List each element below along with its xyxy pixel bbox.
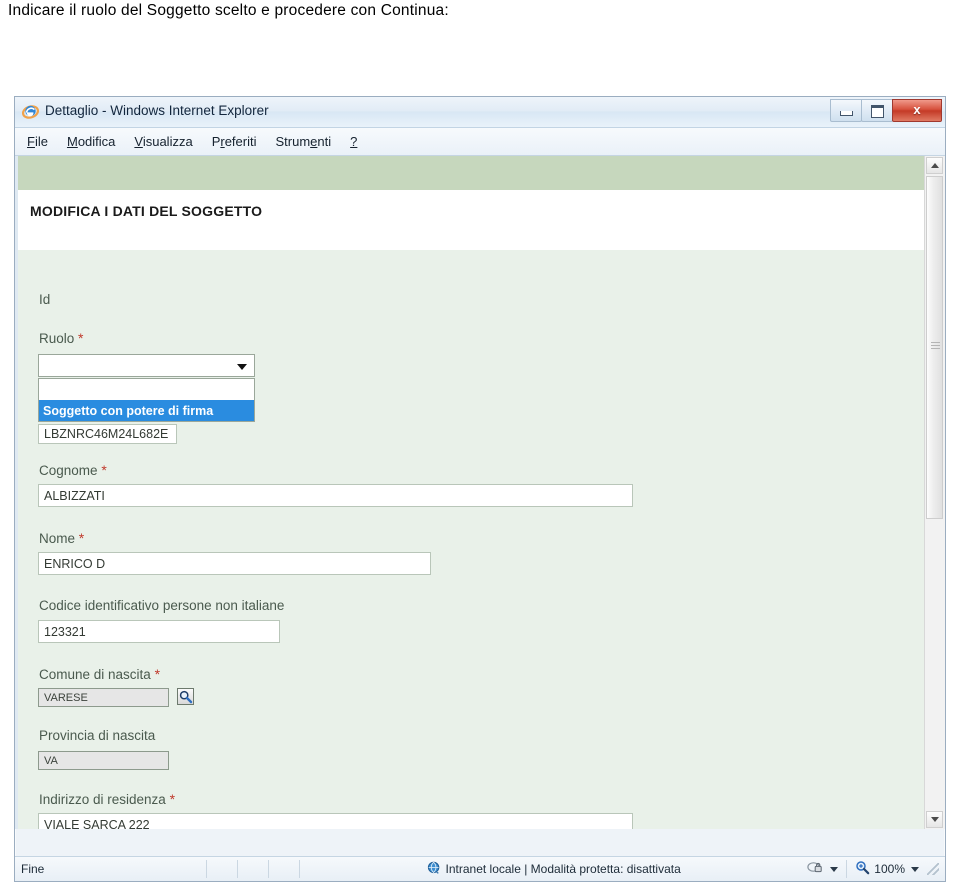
- web-page: MODIFICA I DATI DEL SOGGETTO Id Ruolo * …: [18, 156, 925, 829]
- menu-item-strumenti[interactable]: Strumenti: [276, 134, 332, 149]
- status-spacer-3: [269, 860, 299, 878]
- scroll-up-button[interactable]: [926, 157, 943, 174]
- privacy-report-icon[interactable]: [807, 860, 824, 878]
- required-marker: *: [78, 330, 84, 346]
- label-indirizzo-residenza: Indirizzo di residenza *: [39, 791, 176, 807]
- magnifier-plus-icon[interactable]: [855, 860, 870, 878]
- browser-window: Dettaglio - Windows Internet Explorer x …: [14, 96, 946, 882]
- label-cognome: Cognome *: [39, 462, 107, 478]
- menu-bar: File Modifica Visualizza Preferiti Strum…: [15, 128, 945, 156]
- required-marker: *: [101, 462, 107, 478]
- instruction-caption: Indicare il ruolo del Soggetto scelto e …: [8, 2, 449, 19]
- page-header-band: [18, 156, 925, 190]
- zoom-level: 100%: [874, 862, 905, 876]
- status-spacer-2: [238, 860, 268, 878]
- label-comune-nascita: Comune di nascita *: [39, 666, 161, 682]
- status-spacer-1: [207, 860, 237, 878]
- comune-lookup-button[interactable]: [177, 688, 194, 705]
- label-codice-non-italiane: Codice identificativo persone non italia…: [39, 598, 285, 613]
- globe-icon: [427, 861, 441, 878]
- scroll-down-button[interactable]: [926, 811, 943, 828]
- required-marker: *: [169, 791, 176, 807]
- internet-explorer-icon: [21, 103, 40, 120]
- security-zone[interactable]: Intranet locale | Modalità protetta: dis…: [300, 861, 807, 878]
- label-provincia-nascita: Provincia di nascita: [39, 728, 156, 743]
- window-resize-grip[interactable]: [927, 863, 939, 875]
- page-content-area: MODIFICA I DATI DEL SOGGETTO Id Ruolo * …: [15, 156, 945, 829]
- status-right-group: 100%: [807, 860, 945, 878]
- page-scrollbar-vertical[interactable]: [924, 156, 945, 829]
- required-marker: *: [78, 530, 85, 546]
- label-ruolo: Ruolo *: [39, 330, 84, 346]
- title-bar: Dettaglio - Windows Internet Explorer x: [15, 97, 945, 128]
- security-zone-text: Intranet locale | Modalità protetta: dis…: [445, 862, 681, 876]
- ruolo-option-list[interactable]: Soggetto con potere di firma: [38, 378, 255, 422]
- status-text: Fine: [21, 862, 45, 876]
- label-id: Id: [39, 292, 51, 307]
- privacy-dropdown-caret[interactable]: [830, 866, 839, 872]
- label-nome: Nome *: [39, 530, 85, 546]
- menu-item-file[interactable]: File: [27, 134, 48, 149]
- indirizzo-residenza-input[interactable]: VIALE SARCA 222: [38, 813, 633, 829]
- close-button[interactable]: x: [892, 99, 942, 122]
- required-marker: *: [154, 666, 161, 682]
- menu-item-preferiti[interactable]: Preferiti: [212, 134, 257, 149]
- nome-input[interactable]: ENRICO D: [38, 552, 431, 575]
- menu-item-help[interactable]: ?: [350, 134, 357, 149]
- scrollbar-thumb[interactable]: [926, 176, 943, 519]
- page-title: MODIFICA I DATI DEL SOGGETTO: [30, 203, 263, 219]
- form-area: Id Ruolo * Soggetto con potere di firma …: [18, 250, 925, 829]
- window-title: Dettaglio - Windows Internet Explorer: [45, 103, 269, 118]
- menu-item-modifica[interactable]: Modifica: [67, 134, 115, 149]
- minimize-button[interactable]: [830, 99, 862, 122]
- ruolo-option-soggetto-con-potere-di-firma[interactable]: Soggetto con potere di firma: [39, 400, 254, 421]
- menu-item-visualizza[interactable]: Visualizza: [134, 134, 192, 149]
- status-divider: [846, 860, 848, 878]
- ruolo-option-blank[interactable]: [39, 379, 254, 400]
- status-bar: Fine Intranet locale | Modalità protetta…: [15, 856, 945, 881]
- chevron-down-icon: [237, 363, 247, 370]
- page-title-band: MODIFICA I DATI DEL SOGGETTO: [18, 190, 925, 250]
- magnifier-icon: [179, 690, 193, 704]
- maximize-button[interactable]: [861, 99, 893, 122]
- cognome-input[interactable]: ALBIZZATI: [38, 484, 633, 507]
- provincia-nascita-input[interactable]: VA: [38, 751, 169, 770]
- codice-non-italiane-input[interactable]: 123321: [38, 620, 280, 643]
- comune-nascita-input[interactable]: VARESE: [38, 688, 169, 707]
- zoom-dropdown-caret[interactable]: [911, 866, 919, 872]
- scrollbar-grip: [931, 341, 940, 354]
- window-controls: x: [830, 99, 942, 122]
- ruolo-select[interactable]: [38, 354, 255, 377]
- codice-fiscale-input[interactable]: LBZNRC46M24L682E: [38, 424, 177, 444]
